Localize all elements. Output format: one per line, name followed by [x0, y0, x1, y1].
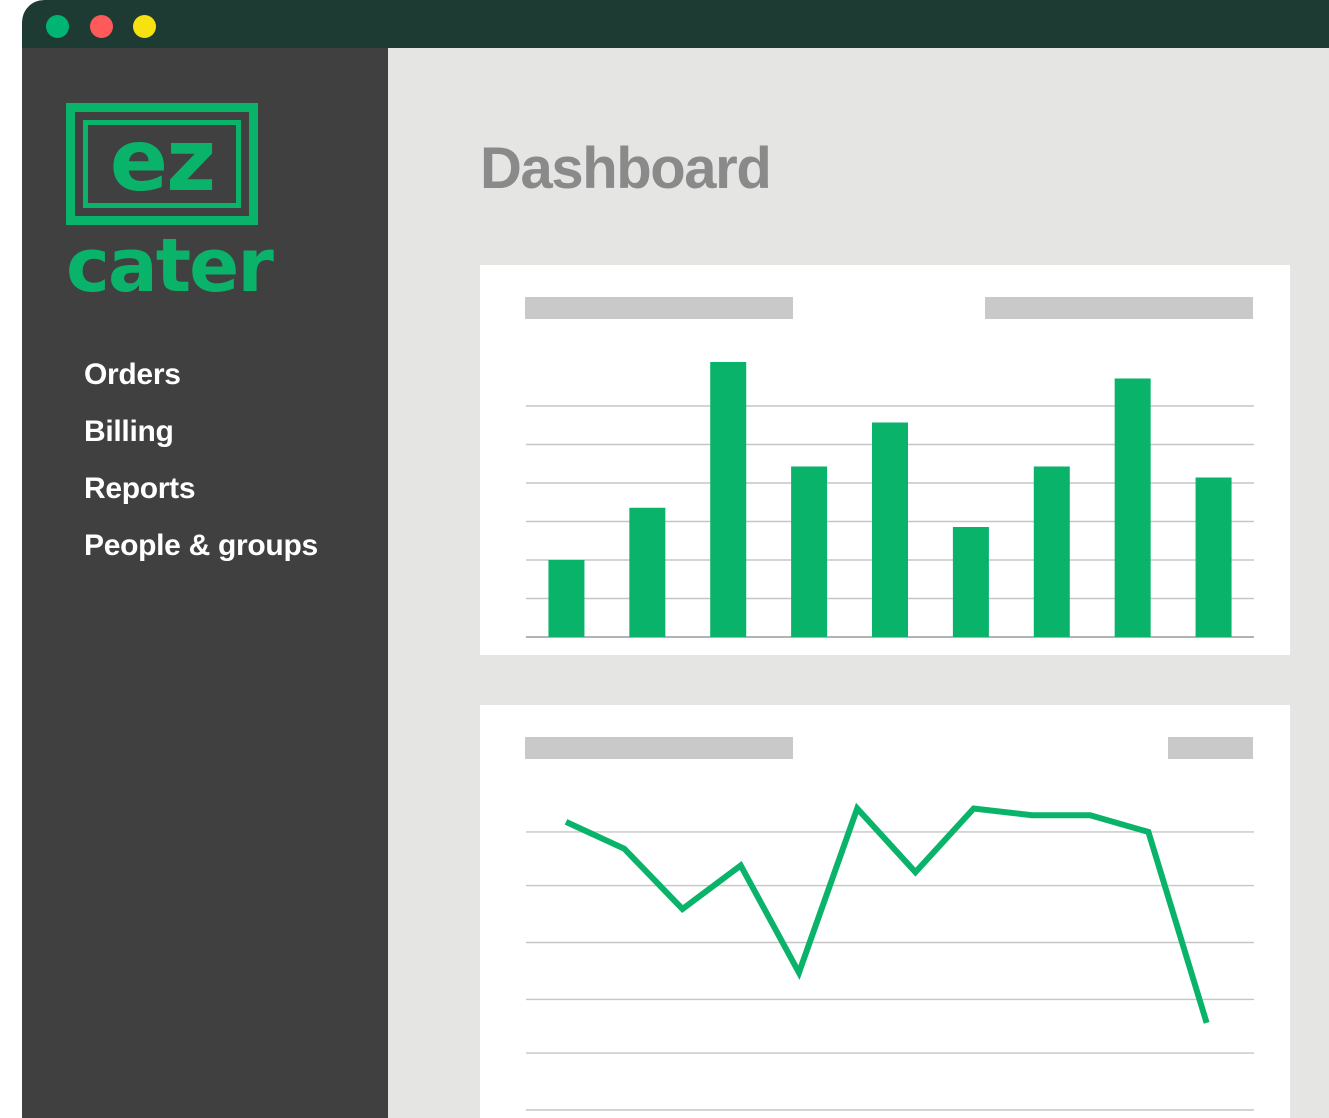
logo-mark-icon: ez: [66, 103, 258, 225]
window-titlebar: [22, 0, 1329, 48]
bar: [1033, 466, 1070, 637]
minimize-window-button[interactable]: [90, 15, 113, 38]
sidebar-item-orders[interactable]: Orders: [84, 358, 384, 392]
page-title: Dashboard: [480, 136, 772, 201]
bar-chart: [526, 362, 1254, 638]
line-series: [564, 802, 1210, 1024]
maximize-window-button[interactable]: [133, 15, 156, 38]
line-chart: [526, 802, 1254, 1111]
bar: [629, 507, 666, 637]
logo-cater-text: cater: [66, 223, 274, 309]
main-content: Dashboard: [388, 48, 1329, 1118]
line-chart-card: [480, 705, 1290, 1118]
close-window-button[interactable]: [46, 15, 69, 38]
sidebar-nav: Orders Billing Reports People & groups: [84, 358, 384, 586]
logo-ez-text: ez: [109, 111, 216, 211]
ezcater-logo: ez cater: [66, 103, 274, 309]
sidebar-item-billing[interactable]: Billing: [84, 415, 384, 449]
bar: [710, 362, 747, 637]
sidebar-item-people-groups[interactable]: People & groups: [84, 529, 384, 563]
bar-chart-card: [480, 265, 1290, 655]
sidebar-item-reports[interactable]: Reports: [84, 472, 384, 506]
bar: [1114, 378, 1151, 637]
bar: [1195, 477, 1232, 637]
app-window: ez cater Orders Billing Reports People &…: [22, 0, 1329, 1118]
bar: [872, 422, 908, 637]
bar: [548, 560, 585, 637]
bar: [952, 527, 989, 637]
sidebar: ez cater Orders Billing Reports People &…: [22, 48, 388, 1118]
bar: [791, 466, 828, 637]
